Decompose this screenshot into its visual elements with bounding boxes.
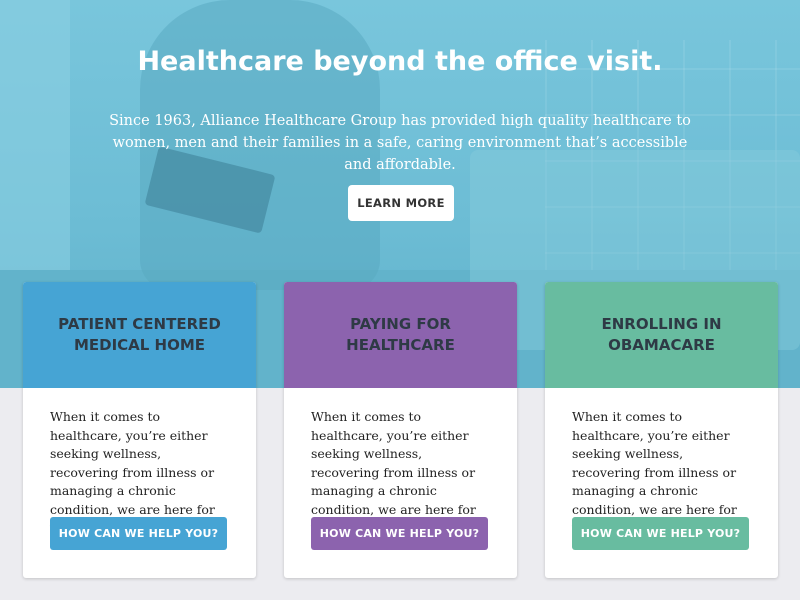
card-description: When it comes to healthcare, you’re eith…: [311, 409, 476, 535]
card-title: ENROLLING IN OBAMACARE: [545, 282, 778, 388]
how-can-we-help-button[interactable]: HOW CAN WE HELP YOU?: [311, 517, 488, 550]
card-description: When it comes to healthcare, you’re eith…: [50, 409, 215, 535]
how-can-we-help-button[interactable]: HOW CAN WE HELP YOU?: [50, 517, 227, 550]
hero-title: Healthcare beyond the office visit.: [137, 46, 663, 77]
hero-subtitle: Since 1963, Alliance Healthcare Group ha…: [109, 113, 691, 173]
card-title: PAYING FOR HEALTHCARE: [284, 282, 517, 388]
hero-background-window: [0, 0, 70, 270]
learn-more-button[interactable]: LEARN MORE: [348, 185, 454, 221]
how-can-we-help-button[interactable]: HOW CAN WE HELP YOU?: [572, 517, 749, 550]
card-title: PATIENT CENTERED MEDICAL HOME: [23, 282, 256, 388]
card-description: When it comes to healthcare, you’re eith…: [572, 409, 737, 535]
card-paying-for-healthcare: PAYING FOR HEALTHCARE When it comes to h…: [284, 282, 517, 578]
card-patient-centered-medical-home: PATIENT CENTERED MEDICAL HOME When it co…: [23, 282, 256, 578]
card-enrolling-in-obamacare: ENROLLING IN OBAMACARE When it comes to …: [545, 282, 778, 578]
